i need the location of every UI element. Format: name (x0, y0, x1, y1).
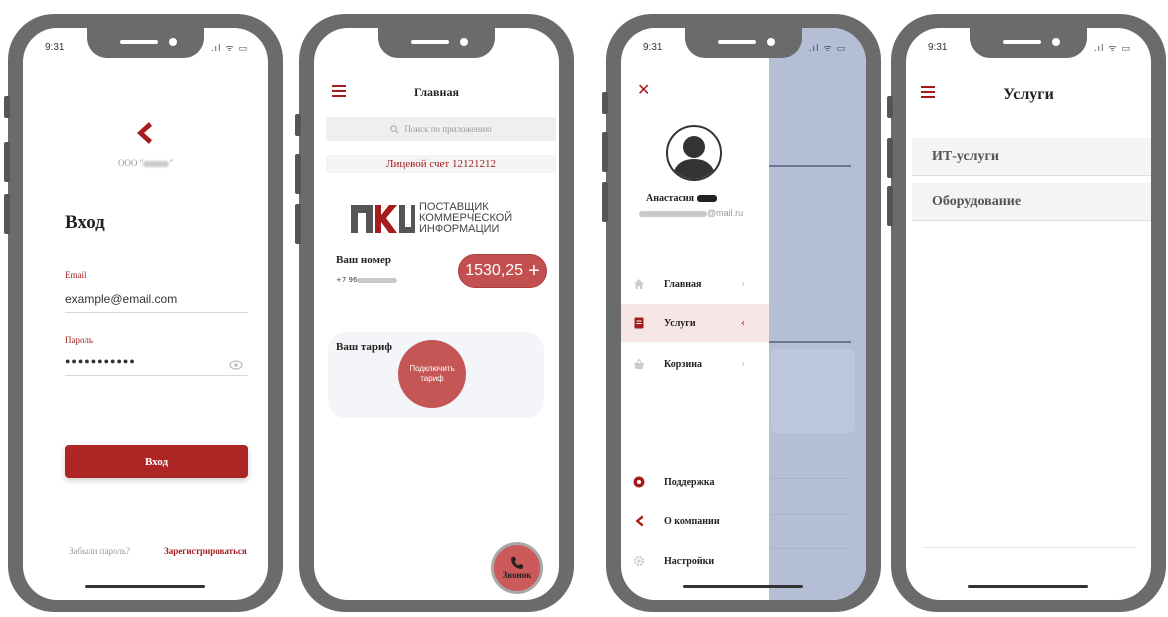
phone-home: Главная Поиск по приложению Лицевой счет… (295, 14, 574, 612)
menu-item-home[interactable]: Главная › (621, 265, 769, 303)
service-item-equipment[interactable]: Оборудование (912, 183, 1151, 221)
menu-item-support[interactable]: Поддержка (621, 463, 769, 501)
overlay-divider (769, 341, 851, 343)
menu-item-about[interactable]: О компании (621, 502, 769, 540)
menu-item-label: Корзина (664, 358, 702, 370)
status-time: 9:31 (643, 42, 663, 53)
call-label: Звонок (502, 570, 532, 580)
side-button (887, 186, 893, 226)
menu-item-label: Настройки (664, 555, 715, 567)
side-button (602, 92, 608, 114)
home-indicator (968, 585, 1088, 588)
balance-value: 1530,25 (465, 262, 524, 279)
phone-number-label: Ваш номер (336, 254, 391, 266)
overlay-divider (771, 548, 851, 549)
avatar (666, 125, 722, 181)
status-time: 9:31 (45, 42, 65, 53)
side-button (295, 204, 301, 244)
password-field[interactable]: ●●●●●●●●●●● (65, 354, 248, 376)
menu-item-label: О компании (664, 515, 720, 527)
user-name: Анастасия (646, 193, 717, 204)
email-field[interactable] (65, 290, 248, 313)
register-link[interactable]: Зарегистрироваться (164, 546, 247, 556)
menu-item-label: Услуги (664, 317, 696, 329)
home-indicator (683, 585, 803, 588)
company-name: ООО " " (117, 158, 174, 168)
status-time: 9:31 (928, 42, 948, 53)
company-logo-icon (133, 120, 155, 150)
overlay-divider (769, 165, 851, 167)
overlay-divider (771, 514, 851, 515)
company-logo-icon (635, 515, 644, 527)
user-email: @mail.ru (639, 208, 743, 218)
status-icons: .ıl ᯤ ▭ (1093, 44, 1131, 54)
phone-services: 9:31 .ıl ᯤ ▭ Услуги ИТ-услуги Оборудован… (887, 14, 1166, 612)
close-icon[interactable]: ✕ (637, 80, 650, 99)
search-icon (390, 124, 399, 133)
overlay-card (771, 349, 855, 433)
chevron-right-icon: › (741, 358, 745, 370)
pkl-logo-text: ПОСТАВЩИК КОММЕРЧЕСКОЙ ИНФОРМАЦИИ (419, 201, 513, 235)
basket-icon (634, 358, 644, 369)
search-input[interactable]: Поиск по приложению (326, 117, 556, 141)
forgot-password-link[interactable]: Забыли пароль? (69, 546, 130, 556)
phone-login: 9:31 .ıl ᯤ ▭ ООО "" Вход Email Пароль ●●… (4, 14, 283, 612)
connect-tariff-button[interactable]: Подключить тариф (398, 340, 466, 408)
home-icon (634, 279, 644, 289)
eye-icon[interactable] (229, 355, 243, 374)
menu-screen: 9:31 .ıl ᯤ ▭ ✕ Анастасия @mail.ru Главна… (621, 28, 866, 600)
services-screen: 9:31 .ıl ᯤ ▭ Услуги ИТ-услуги Оборудован… (906, 28, 1151, 600)
password-label: Пароль (65, 335, 93, 345)
pkl-logo (351, 201, 415, 239)
plus-icon: + (528, 259, 540, 282)
chevron-left-icon: ‹ (741, 317, 745, 329)
page-title: Вход (65, 212, 105, 233)
home-screen: Главная Поиск по приложению Лицевой счет… (314, 28, 559, 600)
notch (378, 28, 495, 58)
home-indicator (85, 585, 205, 588)
side-button (887, 138, 893, 178)
phone-number-value: +7 96 (336, 276, 398, 284)
side-button (295, 114, 301, 136)
menu-item-label: Поддержка (664, 476, 715, 488)
search-placeholder: Поиск по приложению (404, 124, 492, 134)
menu-item-settings[interactable]: Настройки (621, 542, 769, 580)
call-button[interactable]: Звонок (491, 542, 543, 594)
overlay-divider (771, 478, 851, 479)
status-icons: .ıl ᯤ ▭ (210, 44, 248, 54)
document-icon (634, 317, 644, 329)
email-label: Email (65, 270, 87, 280)
phone-menu: 9:31 .ıl ᯤ ▭ ✕ Анастасия @mail.ru Главна… (602, 14, 881, 612)
side-button (4, 96, 10, 118)
notch (87, 28, 204, 58)
menu-item-services[interactable]: Услуги ‹ (621, 304, 769, 342)
page-title: Главная (414, 85, 459, 99)
service-item-it[interactable]: ИТ-услуги (912, 138, 1151, 176)
balance-button[interactable]: 1530,25 + (458, 254, 547, 288)
side-button (4, 142, 10, 182)
side-button (887, 96, 893, 118)
side-button (602, 182, 608, 222)
menu-item-cart[interactable]: Корзина › (621, 345, 769, 383)
login-screen: 9:31 .ıl ᯤ ▭ ООО "" Вход Email Пароль ●●… (23, 28, 268, 600)
menu-item-label: Главная (664, 278, 702, 290)
tariff-label: Ваш тариф (336, 341, 392, 353)
chevron-right-icon: › (741, 278, 745, 290)
side-button (4, 194, 10, 234)
side-button (295, 154, 301, 194)
notch (685, 28, 802, 58)
phone-icon (511, 557, 523, 569)
login-button[interactable]: Вход (65, 445, 248, 478)
divider (924, 547, 1136, 548)
side-button (602, 132, 608, 172)
status-icons: .ıl ᯤ ▭ (808, 44, 846, 54)
account-number: Лицевой счет 12121212 (326, 155, 556, 173)
notch (970, 28, 1087, 58)
page-title: Услуги (1003, 86, 1054, 103)
support-icon (633, 476, 645, 488)
settings-icon (633, 555, 645, 567)
